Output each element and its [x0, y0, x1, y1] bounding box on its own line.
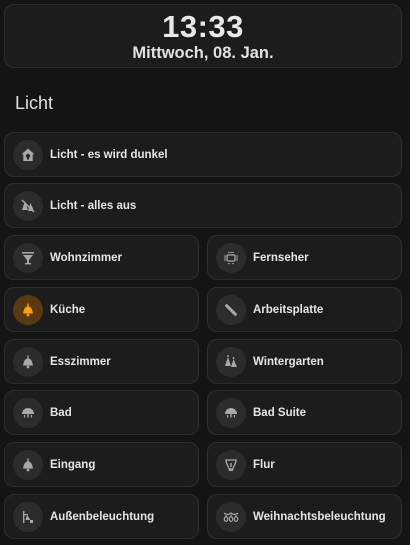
scene-label: Licht - es wird dunkel [50, 148, 168, 161]
tv-ambilight-icon [216, 242, 246, 273]
ceiling-light-icon [13, 449, 43, 480]
room-label: Bad Suite [253, 406, 307, 419]
room-label: Wintergarten [253, 355, 324, 368]
room-tile-esszimmer[interactable]: Esszimmer [4, 339, 199, 384]
room-tile-flur[interactable]: Flur [207, 442, 402, 487]
dome-light-icon [216, 397, 246, 428]
home-lightbulb-icon [13, 139, 43, 170]
dome-light-icon [13, 397, 43, 428]
lights-off-icon [13, 190, 43, 221]
room-tile-fernseher[interactable]: Fernseher [207, 235, 402, 280]
room-tile-aussenbeleuchtung[interactable]: Außenbeleuchtung [4, 494, 199, 539]
room-tile-kueche[interactable]: Küche [4, 287, 199, 332]
room-label: Eingang [50, 458, 96, 471]
clock-date: Mittwoch, 08. Jan. [132, 44, 274, 62]
room-tile-eingang[interactable]: Eingang [4, 442, 199, 487]
ceiling-lamp-icon [13, 242, 43, 273]
room-label: Esszimmer [50, 355, 111, 368]
scene-tile-dunkel[interactable]: Licht - es wird dunkel [4, 132, 402, 177]
room-label: Weihnachtsbeleuchtung [253, 510, 386, 523]
room-tile-bad-suite[interactable]: Bad Suite [207, 390, 402, 435]
room-label: Außenbeleuchtung [50, 510, 155, 523]
room-tile-bad[interactable]: Bad [4, 390, 199, 435]
room-label: Bad [50, 406, 72, 419]
track-light-icon [216, 449, 246, 480]
string-lights-icon [216, 501, 246, 532]
ceiling-light-icon [13, 294, 43, 325]
room-label: Küche [50, 303, 86, 316]
room-tile-arbeitsplatte[interactable]: Arbeitsplatte [207, 287, 402, 332]
room-label: Arbeitsplatte [253, 303, 324, 316]
ceiling-light-icon [13, 346, 43, 377]
clock-time: 13:33 [162, 9, 244, 44]
room-label: Flur [253, 458, 275, 471]
scene-label: Licht - alles aus [50, 199, 137, 212]
section-title: Licht [15, 93, 54, 113]
room-tile-wintergarten[interactable]: Wintergarten [207, 339, 402, 384]
lights-group-icon [216, 346, 246, 377]
led-strip-icon [216, 294, 246, 325]
outdoor-lamp-icon [13, 501, 43, 532]
room-tile-weihnachtsbeleuchtung[interactable]: Weihnachtsbeleuchtung [207, 494, 402, 539]
room-label: Wohnzimmer [50, 251, 122, 264]
clock-card: 13:33 Mittwoch, 08. Jan. [4, 4, 402, 68]
scene-tile-alles-aus[interactable]: Licht - alles aus [4, 183, 402, 228]
room-label: Fernseher [253, 251, 309, 264]
room-tile-wohnzimmer[interactable]: Wohnzimmer [4, 235, 199, 280]
